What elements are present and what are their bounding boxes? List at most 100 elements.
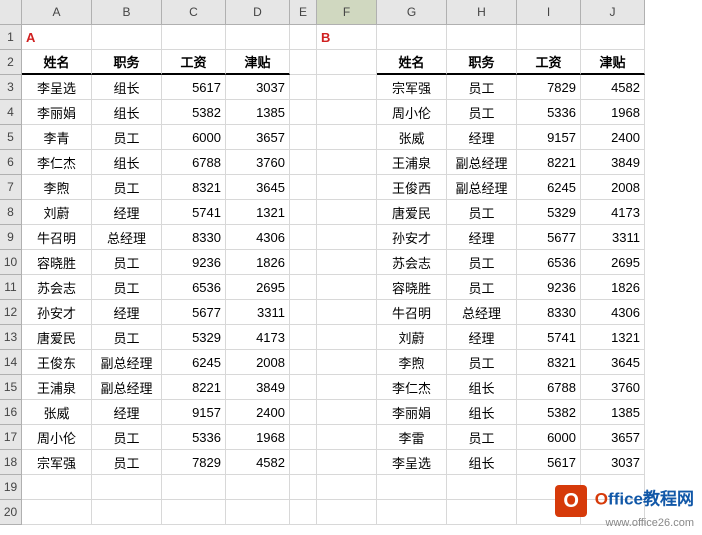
left-allowance[interactable]: 2400	[226, 400, 290, 425]
cell[interactable]	[162, 475, 226, 500]
row-header-1[interactable]: 1	[0, 25, 22, 50]
right-salary[interactable]: 6000	[517, 425, 581, 450]
row-header-19[interactable]: 19	[0, 475, 22, 500]
left-salary[interactable]: 6245	[162, 350, 226, 375]
left-allowance[interactable]: 3645	[226, 175, 290, 200]
cell[interactable]	[226, 25, 290, 50]
right-allowance[interactable]: 1385	[581, 400, 645, 425]
left-salary[interactable]: 6000	[162, 125, 226, 150]
left-role[interactable]: 总经理	[92, 225, 162, 250]
left-name[interactable]: 容晓胜	[22, 250, 92, 275]
cell[interactable]	[290, 75, 317, 100]
right-allowance[interactable]: 3760	[581, 375, 645, 400]
cell[interactable]	[377, 475, 447, 500]
right-name[interactable]: 宗军强	[377, 75, 447, 100]
left-role[interactable]: 副总经理	[92, 350, 162, 375]
left-salary[interactable]: 5382	[162, 100, 226, 125]
left-role[interactable]: 经理	[92, 300, 162, 325]
column-header-G[interactable]: G	[377, 0, 447, 25]
cell[interactable]	[290, 425, 317, 450]
right-allowance[interactable]: 3311	[581, 225, 645, 250]
left-name[interactable]: 苏会志	[22, 275, 92, 300]
corner-header[interactable]	[0, 0, 22, 25]
left-salary[interactable]: 5336	[162, 425, 226, 450]
left-name[interactable]: 宗军强	[22, 450, 92, 475]
row-header-7[interactable]: 7	[0, 175, 22, 200]
right-name[interactable]: 唐爱民	[377, 200, 447, 225]
row-header-3[interactable]: 3	[0, 75, 22, 100]
left-name[interactable]: 牛召明	[22, 225, 92, 250]
cell[interactable]	[317, 450, 377, 475]
right-role[interactable]: 组长	[447, 375, 517, 400]
cell[interactable]	[290, 200, 317, 225]
left-role[interactable]: 经理	[92, 200, 162, 225]
left-allowance[interactable]: 4582	[226, 450, 290, 475]
left-name[interactable]: 唐爱民	[22, 325, 92, 350]
right-salary[interactable]: 9236	[517, 275, 581, 300]
right-name[interactable]: 孙安才	[377, 225, 447, 250]
right-role[interactable]: 员工	[447, 100, 517, 125]
cell[interactable]	[317, 350, 377, 375]
cell[interactable]	[290, 250, 317, 275]
right-role[interactable]: 总经理	[447, 300, 517, 325]
right-role[interactable]: 员工	[447, 425, 517, 450]
left-allowance[interactable]: 3037	[226, 75, 290, 100]
cell[interactable]	[317, 225, 377, 250]
column-header-E[interactable]: E	[290, 0, 317, 25]
column-header-C[interactable]: C	[162, 0, 226, 25]
cell[interactable]	[290, 450, 317, 475]
cell[interactable]	[290, 350, 317, 375]
cell[interactable]	[226, 475, 290, 500]
right-role[interactable]: 经理	[447, 325, 517, 350]
cell[interactable]	[290, 50, 317, 75]
cell[interactable]	[290, 150, 317, 175]
right-allowance[interactable]: 2400	[581, 125, 645, 150]
right-name[interactable]: 李呈选	[377, 450, 447, 475]
cell[interactable]	[290, 325, 317, 350]
row-header-2[interactable]: 2	[0, 50, 22, 75]
left-name[interactable]: 周小伦	[22, 425, 92, 450]
cell[interactable]	[226, 500, 290, 525]
right-salary[interactable]: 5741	[517, 325, 581, 350]
cell[interactable]	[377, 500, 447, 525]
right-allowance[interactable]: 3849	[581, 150, 645, 175]
left-role[interactable]: 组长	[92, 150, 162, 175]
right-role[interactable]: 员工	[447, 75, 517, 100]
cell[interactable]	[317, 100, 377, 125]
left-role[interactable]: 组长	[92, 100, 162, 125]
row-header-12[interactable]: 12	[0, 300, 22, 325]
row-header-8[interactable]: 8	[0, 200, 22, 225]
cell[interactable]	[317, 425, 377, 450]
column-header-A[interactable]: A	[22, 0, 92, 25]
left-role[interactable]: 员工	[92, 175, 162, 200]
right-allowance[interactable]: 4173	[581, 200, 645, 225]
cell[interactable]	[317, 300, 377, 325]
cell[interactable]	[317, 75, 377, 100]
left-salary[interactable]: 5617	[162, 75, 226, 100]
row-header-18[interactable]: 18	[0, 450, 22, 475]
cell[interactable]	[290, 275, 317, 300]
column-header-D[interactable]: D	[226, 0, 290, 25]
cell[interactable]	[92, 475, 162, 500]
column-header-B[interactable]: B	[92, 0, 162, 25]
right-role[interactable]: 副总经理	[447, 150, 517, 175]
left-role[interactable]: 副总经理	[92, 375, 162, 400]
cell[interactable]	[290, 125, 317, 150]
left-name[interactable]: 王俊东	[22, 350, 92, 375]
right-name[interactable]: 李丽娟	[377, 400, 447, 425]
row-header-4[interactable]: 4	[0, 100, 22, 125]
right-name[interactable]: 牛召明	[377, 300, 447, 325]
row-header-17[interactable]: 17	[0, 425, 22, 450]
right-allowance[interactable]: 1826	[581, 275, 645, 300]
left-salary[interactable]: 8330	[162, 225, 226, 250]
left-allowance[interactable]: 3849	[226, 375, 290, 400]
cell[interactable]	[317, 175, 377, 200]
left-role[interactable]: 员工	[92, 325, 162, 350]
cell[interactable]	[290, 375, 317, 400]
left-salary[interactable]: 6788	[162, 150, 226, 175]
right-name[interactable]: 苏会志	[377, 250, 447, 275]
right-salary[interactable]: 5329	[517, 200, 581, 225]
cell[interactable]	[317, 325, 377, 350]
right-salary[interactable]: 6536	[517, 250, 581, 275]
column-header-I[interactable]: I	[517, 0, 581, 25]
